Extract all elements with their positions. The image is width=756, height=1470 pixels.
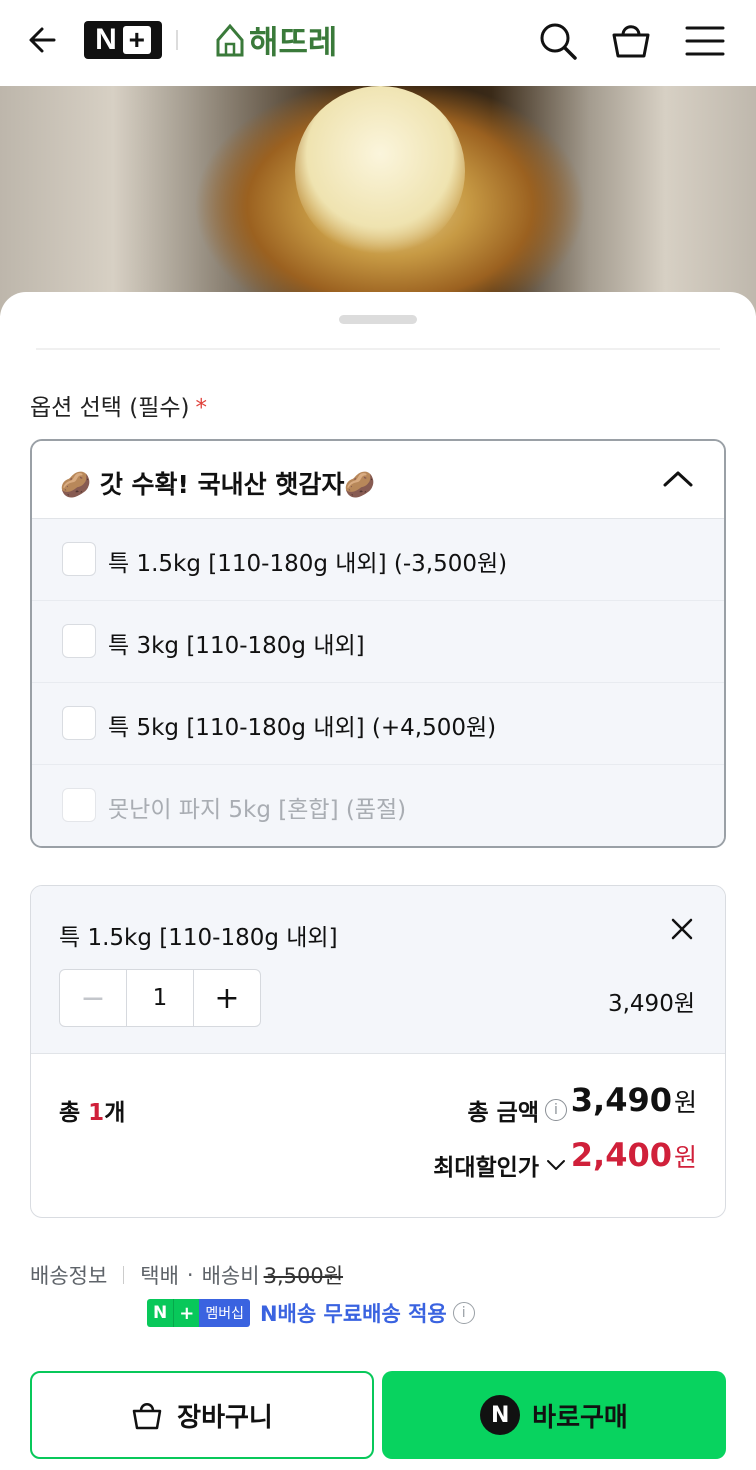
quantity-minus-button[interactable]: − xyxy=(60,970,126,1026)
selected-option-panel: 특 1.5kg [110-180g 내외] − 1 + 3,490원 총 1개 … xyxy=(30,885,726,1218)
badge-plus: + xyxy=(173,1299,200,1327)
total-count: 총 1개 xyxy=(59,1093,125,1127)
option-item-label: 특 5kg [110-180g 내외] (+4,500원) xyxy=(108,715,497,741)
sheet-separator xyxy=(36,348,720,350)
option-checkbox[interactable] xyxy=(62,706,96,740)
required-mark: * xyxy=(195,395,208,421)
max-discount-value: 2,400 xyxy=(570,1136,672,1174)
info-icon[interactable]: i xyxy=(545,1099,567,1121)
shipping-dot: · xyxy=(186,1263,194,1287)
currency-won: 원 xyxy=(673,1143,697,1172)
search-icon[interactable] xyxy=(537,20,579,62)
option-list: 특 1.5kg [110-180g 내외] (-3,500원) 특 3kg [1… xyxy=(32,519,724,846)
house-icon xyxy=(216,23,244,57)
option-select-title: 옵션 선택 (필수) * xyxy=(30,388,207,422)
option-item[interactable]: 특 5kg [110-180g 내외] (+4,500원) xyxy=(32,683,724,765)
chevron-up-icon[interactable] xyxy=(662,465,694,493)
hamburger-menu-icon[interactable] xyxy=(684,20,726,62)
nplus-membership-badge: N + 멤버십 xyxy=(147,1299,250,1327)
option-item-label: 못난이 파지 5kg [혼합] (품절) xyxy=(108,797,407,823)
selected-option-name: 특 1.5kg [110-180g 내외] xyxy=(59,925,338,951)
option-title-text: 옵션 선택 (필수) xyxy=(30,395,190,421)
option-item-label: 특 3kg [110-180g 내외] xyxy=(108,633,365,659)
option-dropdown-label: 🥔 갓 수확! 국내산 햇감자🥔 xyxy=(60,470,376,499)
shipping-label: 배송정보 xyxy=(30,1264,108,1288)
option-checkbox-disabled xyxy=(62,788,96,822)
total-amount-value: 3,490 xyxy=(570,1081,672,1119)
currency-won: 원 xyxy=(673,1088,697,1117)
shipping-fee-label: 배송비 xyxy=(201,1264,260,1288)
potato-flesh xyxy=(295,86,465,256)
naver-plus-logo[interactable]: N + xyxy=(84,21,162,59)
selected-option-row: 특 1.5kg [110-180g 내외] − 1 + 3,490원 xyxy=(31,886,725,1054)
total-amount-label: 총 금액 i xyxy=(467,1093,567,1127)
total-count-suffix: 개 xyxy=(104,1100,126,1126)
nplus-plus: + xyxy=(122,26,151,54)
badge-n: N xyxy=(147,1299,174,1327)
free-shipping-text: N배송 무료배송 적용 xyxy=(259,1302,447,1326)
shipping-info: 배송정보 택배 · 배송비 3,500원 xyxy=(30,1260,343,1290)
total-count-number: 1 xyxy=(88,1100,105,1126)
back-arrow-icon[interactable] xyxy=(24,20,64,60)
max-discount-toggle[interactable]: 최대할인가 xyxy=(433,1148,567,1182)
shipping-divider xyxy=(123,1266,125,1284)
total-amount-label-text: 총 금액 xyxy=(467,1100,540,1126)
shipping-method: 택배 xyxy=(140,1264,179,1288)
sheet-grabber-handle[interactable] xyxy=(339,315,417,324)
max-discount-amount: 2,400원 xyxy=(571,1136,697,1174)
purchase-bottom-sheet: 옵션 선택 (필수) * 🥔 갓 수확! 국내산 햇감자🥔 특 1.5kg [11… xyxy=(0,292,756,1470)
selected-option-price: 3,490원 xyxy=(607,991,695,1017)
quantity-stepper: − 1 + xyxy=(59,969,261,1027)
product-hero-image xyxy=(0,86,756,316)
shopping-bag-icon xyxy=(132,1403,162,1430)
option-checkbox[interactable] xyxy=(62,624,96,658)
option-checkbox[interactable] xyxy=(62,542,96,576)
option-item-label: 특 1.5kg [110-180g 내외] (-3,500원) xyxy=(108,551,508,577)
cart-button-label: 장바구니 xyxy=(177,1402,273,1433)
info-icon[interactable]: i xyxy=(452,1302,475,1324)
app-header: N + 해뜨레 xyxy=(0,0,756,86)
header-divider xyxy=(176,30,178,50)
option-item-soldout: 못난이 파지 5kg [혼합] (품절) xyxy=(32,765,724,846)
add-to-cart-button[interactable]: 장바구니 xyxy=(30,1371,374,1459)
total-count-prefix: 총 xyxy=(59,1100,89,1126)
total-amount: 3,490원 xyxy=(571,1081,697,1119)
option-item[interactable]: 특 3kg [110-180g 내외] xyxy=(32,601,724,683)
naver-n-icon: N xyxy=(480,1395,521,1435)
chevron-down-icon xyxy=(547,1160,565,1170)
quantity-value[interactable]: 1 xyxy=(126,970,194,1026)
buy-button-label: 바로구매 xyxy=(532,1402,628,1433)
buy-now-button[interactable]: N 바로구매 xyxy=(382,1371,726,1459)
shipping-fee-original: 3,500원 xyxy=(263,1264,344,1288)
brand-logo[interactable]: 해뜨레 xyxy=(215,18,337,62)
max-discount-label: 최대할인가 xyxy=(433,1155,539,1181)
option-dropdown-header[interactable]: 🥔 갓 수확! 국내산 햇감자🥔 xyxy=(32,441,724,519)
quantity-plus-button[interactable]: + xyxy=(194,970,260,1026)
shopping-bag-icon[interactable] xyxy=(610,20,652,62)
membership-free-shipping: N + 멤버십 N배송 무료배송 적용 i xyxy=(147,1298,475,1328)
option-item[interactable]: 특 1.5kg [110-180g 내외] (-3,500원) xyxy=(32,519,724,601)
close-icon[interactable] xyxy=(669,916,695,942)
nplus-n: N xyxy=(95,23,117,56)
brand-name: 해뜨레 xyxy=(249,23,338,61)
option-dropdown: 🥔 갓 수확! 국내산 햇감자🥔 특 1.5kg [110-180g 내외] (… xyxy=(30,439,726,848)
badge-membership-text: 멤버십 xyxy=(199,1299,250,1327)
